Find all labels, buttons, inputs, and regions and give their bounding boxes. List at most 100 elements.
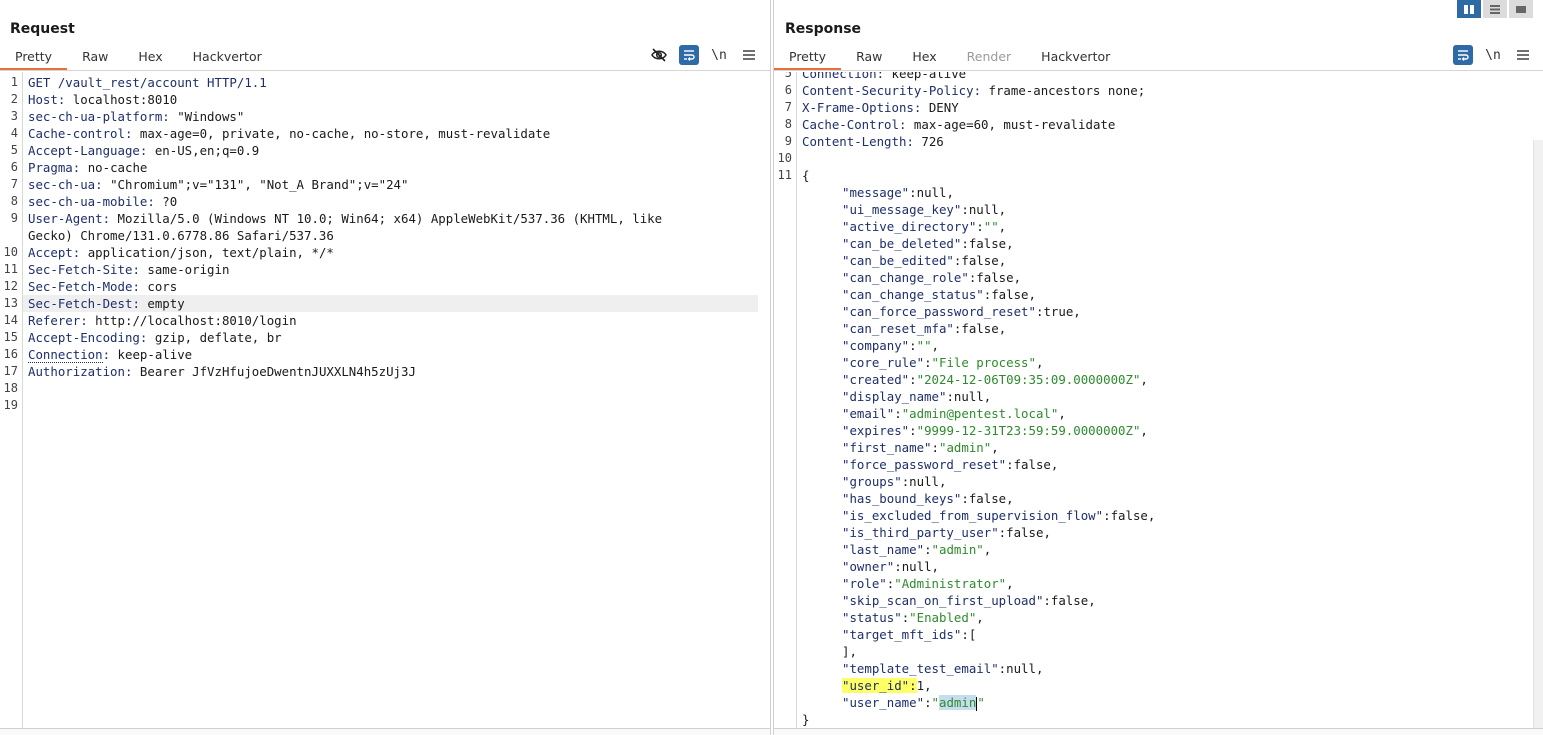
line-number: 13 bbox=[3, 296, 18, 310]
header-separator: : bbox=[132, 279, 148, 294]
code-text: Authorization: Bearer JfVzHfujoeDwentnJU… bbox=[28, 363, 416, 380]
json-value: "" bbox=[916, 338, 932, 353]
json-key: "core_rule" bbox=[842, 355, 925, 370]
newline-toggle-button[interactable]: \n bbox=[1483, 45, 1503, 65]
code-line: "status":"Enabled", bbox=[774, 609, 1543, 626]
hamburger-icon[interactable] bbox=[739, 45, 759, 65]
code-line: "display_name":null, bbox=[774, 388, 1543, 405]
header-value: 726 bbox=[921, 134, 944, 149]
json-key: "can_change_status" bbox=[842, 287, 984, 302]
code-line: "is_excluded_from_supervision_flow":fals… bbox=[774, 507, 1543, 524]
code-line: 13 Sec-Fetch-Dest: empty bbox=[4, 295, 758, 312]
json-key: "is_third_party_user" bbox=[842, 525, 999, 540]
json-value: "2024-12-06T09:35:09.0000000Z" bbox=[916, 372, 1141, 387]
json-key: "template_test_email" bbox=[842, 661, 999, 676]
header-value: "Chromium";v="131", "Not_A Brand";v="24" bbox=[110, 177, 409, 192]
json-field: "user_name":"admin" bbox=[842, 695, 985, 711]
code-text: Cache-control: max-age=0, private, no-ca… bbox=[28, 125, 550, 142]
split-columns-icon[interactable] bbox=[1457, 0, 1481, 18]
header-name: sec-ch-ua-mobile bbox=[28, 194, 148, 209]
header-separator: : bbox=[132, 262, 148, 277]
code-text: Accept-Encoding: gzip, deflate, br bbox=[28, 329, 282, 346]
header-name: sec-ch-ua-platform bbox=[28, 109, 163, 124]
code-line: "template_test_email":null, bbox=[774, 660, 1543, 677]
header-name: User-Agent bbox=[28, 211, 103, 226]
code-line: "target_mft_ids":[ bbox=[774, 626, 1543, 643]
code-line: 14 Referer: http://localhost:8010/login bbox=[0, 312, 770, 329]
line-number: 12 bbox=[3, 279, 18, 293]
line-number: 4 bbox=[10, 126, 18, 140]
single-pane-icon[interactable] bbox=[1509, 0, 1533, 18]
request-horizontal-scrollbar[interactable] bbox=[0, 728, 770, 735]
header-separator: : bbox=[95, 177, 111, 192]
code-line: "can_change_status":false, bbox=[774, 286, 1543, 303]
header-value: ?0 bbox=[162, 194, 178, 209]
json-value: false bbox=[968, 491, 1007, 506]
tab-pretty[interactable]: Pretty bbox=[0, 44, 68, 70]
header-separator: : bbox=[132, 296, 148, 311]
code-text: sec-ch-ua-platform: "Windows" bbox=[28, 108, 244, 125]
json-value: null bbox=[1006, 661, 1036, 676]
code-line: 10 Accept: application/json, text/plain, … bbox=[0, 244, 770, 261]
header-name: Cache-Control bbox=[802, 117, 899, 132]
text-wrap-icon[interactable] bbox=[679, 45, 699, 65]
code-line: 4 Cache-control: max-age=0, private, no-c… bbox=[0, 125, 770, 142]
request-editor[interactable]: 1 GET /vault_rest/account HTTP/1.1 2 Host: … bbox=[0, 72, 770, 729]
tab-raw[interactable]: Raw bbox=[67, 44, 123, 70]
tab-raw[interactable]: Raw bbox=[841, 44, 897, 70]
json-key: "message" bbox=[842, 185, 910, 200]
json-key: "skip_scan_on_first_upload" bbox=[842, 593, 1044, 608]
hamburger-icon[interactable] bbox=[1513, 45, 1533, 65]
tab-hackvertor[interactable]: Hackvertor bbox=[178, 44, 277, 70]
json-key: "last_name" bbox=[842, 542, 925, 557]
request-pane: Request Pretty Raw Hex Hackvertor \n 1 GET /… bbox=[0, 0, 771, 735]
json-field: "email":"admin@pentest.local", bbox=[842, 406, 1066, 421]
line-number: 8 bbox=[10, 194, 18, 208]
code-line: "first_name":"admin", bbox=[774, 439, 1543, 456]
header-separator: : bbox=[102, 211, 118, 226]
header-name: Accept bbox=[28, 245, 73, 260]
code-line: 17 Authorization: Bearer JfVzHfujoeDwentn… bbox=[0, 363, 770, 380]
header-name: Sec-Fetch-Dest bbox=[28, 296, 133, 311]
tab-hex[interactable]: Hex bbox=[123, 44, 177, 70]
code-line: Gecko) Chrome/131.0.6778.86 Safari/537.3… bbox=[0, 227, 770, 244]
code-line: 18 bbox=[0, 380, 770, 397]
json-field: "can_be_deleted":false, bbox=[842, 236, 1014, 251]
code-line: 12 Sec-Fetch-Mode: cors bbox=[0, 278, 770, 295]
json-field: "created":"2024-12-06T09:35:09.0000000Z"… bbox=[842, 372, 1148, 387]
json-key: "company" bbox=[842, 338, 910, 353]
tab-hackvertor[interactable]: Hackvertor bbox=[1026, 44, 1125, 70]
response-editor[interactable]: 5 Connection: keep-alive 6 Content-Security… bbox=[774, 72, 1543, 729]
line-number: 2 bbox=[10, 92, 18, 106]
tab-pretty[interactable]: Pretty bbox=[774, 44, 842, 70]
code-line: "user_id":1, bbox=[774, 677, 1543, 694]
json-key: "user_name" bbox=[842, 695, 925, 710]
json-key: "can_force_password_reset" bbox=[842, 304, 1036, 319]
json-field: "can_change_status":false, bbox=[842, 287, 1036, 302]
header-separator: : bbox=[72, 245, 88, 260]
text-wrap-icon[interactable] bbox=[1453, 45, 1473, 65]
response-horizontal-scrollbar[interactable] bbox=[774, 728, 1543, 735]
json-value: "Administrator" bbox=[894, 576, 1007, 591]
code-line: "is_third_party_user":false, bbox=[774, 524, 1543, 541]
json-value: [ bbox=[968, 627, 977, 642]
code-line: "expires":"9999-12-31T23:59:59.0000000Z"… bbox=[774, 422, 1543, 439]
eye-slash-icon[interactable] bbox=[649, 45, 669, 65]
request-tabs: Pretty Raw Hex Hackvertor bbox=[0, 44, 277, 70]
code-text: User-Agent: Mozilla/5.0 (Windows NT 10.0… bbox=[28, 210, 662, 227]
json-value: 1 bbox=[916, 678, 925, 693]
tab-hex[interactable]: Hex bbox=[897, 44, 951, 70]
line-number: 6 bbox=[10, 160, 18, 174]
code-text: Sec-Fetch-Dest: empty bbox=[28, 295, 185, 312]
header-value: Mozilla/5.0 (Windows NT 10.0; Win64; x64… bbox=[117, 211, 663, 226]
code-line: } bbox=[774, 711, 1543, 728]
code-text: Cache-Control: max-age=60, must-revalida… bbox=[802, 116, 1115, 133]
code-line: "last_name":"admin", bbox=[774, 541, 1543, 558]
line-number: 14 bbox=[3, 313, 18, 327]
json-value: "admin" bbox=[931, 542, 984, 557]
split-rows-icon[interactable] bbox=[1483, 0, 1507, 18]
code-text: sec-ch-ua-mobile: ?0 bbox=[28, 193, 177, 210]
code-text: Host: localhost:8010 bbox=[28, 91, 177, 108]
newline-toggle-button[interactable]: \n bbox=[709, 45, 729, 65]
json-value-selected[interactable]: admin bbox=[939, 695, 977, 710]
